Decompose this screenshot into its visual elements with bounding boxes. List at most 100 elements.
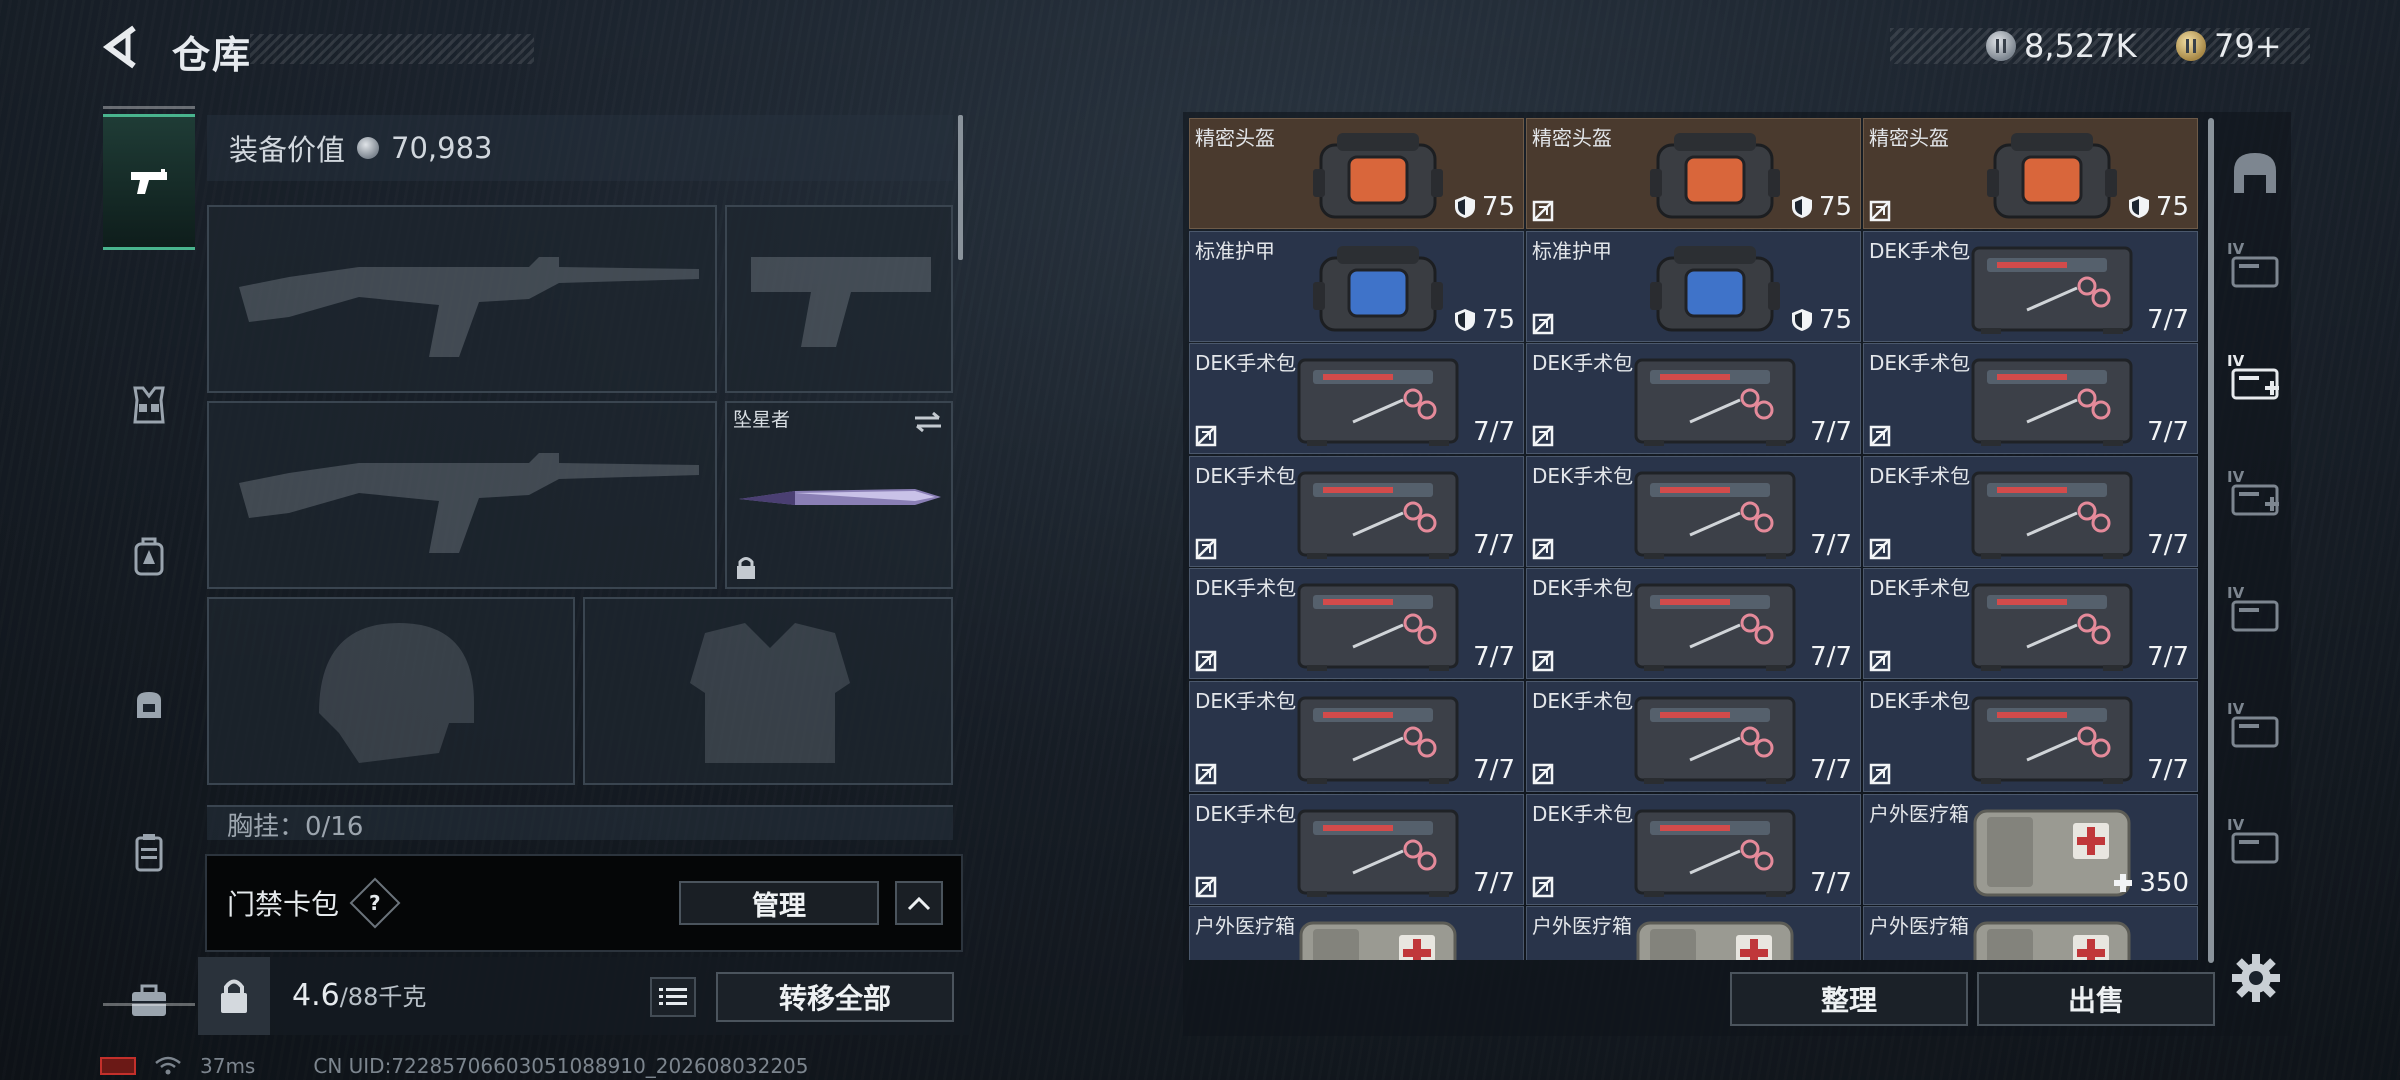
item-name: DEK手术包 xyxy=(1195,576,1297,601)
item-quantity: 75 xyxy=(2128,192,2189,222)
rail-helmet-slot[interactable] xyxy=(2220,144,2290,204)
item-quantity: 7/7 xyxy=(1473,755,1515,785)
help-icon[interactable]: ? xyxy=(349,877,401,929)
inventory-item[interactable]: 标准护甲 75 xyxy=(1189,230,1524,342)
inventory-item[interactable]: DEK手术包 7/7 xyxy=(1526,681,1861,792)
inventory-item[interactable]: DEK手术包 7/7 xyxy=(1189,455,1524,567)
rail-medkit-tier[interactable]: IV xyxy=(2220,348,2290,408)
collapse-button[interactable] xyxy=(895,881,943,925)
helmet-item-icon xyxy=(1312,125,1443,228)
inventory-item[interactable]: DEK手术包 7/7 xyxy=(1189,681,1524,792)
inventory-item[interactable]: 户外医疗箱 xyxy=(1863,906,2198,960)
inventory-item[interactable]: DEK手术包 7/7 xyxy=(1526,793,1861,905)
svg-text:IV: IV xyxy=(2227,468,2245,486)
inventory-item[interactable]: 精密头盔 75 xyxy=(1526,118,1861,229)
padlock-icon xyxy=(221,979,247,1013)
kit-item-icon xyxy=(1630,575,1800,678)
no-drop-icon xyxy=(1532,763,1554,785)
armor-item-icon xyxy=(1649,238,1780,341)
item-name: DEK手术包 xyxy=(1195,689,1297,713)
no-drop-icon xyxy=(1532,650,1554,672)
inventory-item[interactable]: DEK手术包 7/7 xyxy=(1526,568,1861,680)
item-name: DEK手术包 xyxy=(1532,801,1634,826)
container-tier-icon: IV xyxy=(2227,240,2279,288)
rail-medkit-tier[interactable]: IV xyxy=(2220,464,2290,524)
rail-folder-tier[interactable]: IV xyxy=(2220,696,2290,756)
inventory-item[interactable]: DEK手术包 7/7 xyxy=(1863,230,2198,342)
nav-item-case[interactable] xyxy=(103,822,195,882)
back-arrow-icon[interactable] xyxy=(100,22,150,72)
inventory-item[interactable]: 精密头盔 75 xyxy=(1863,118,2198,229)
lock-icon xyxy=(737,557,755,579)
armor-item-icon xyxy=(1312,238,1443,341)
equipment-scrollbar[interactable] xyxy=(958,115,963,260)
inventory-item[interactable]: DEK手术包 7/7 xyxy=(1189,343,1524,455)
inventory-item[interactable]: DEK手术包 7/7 xyxy=(1863,343,2198,455)
rail-container-tier[interactable]: IV xyxy=(2220,236,2290,296)
lock-toggle[interactable] xyxy=(198,957,270,1035)
nav-divider-bottom xyxy=(103,1003,195,1006)
nav-item-vest[interactable] xyxy=(103,374,195,434)
card-bag-label: 门禁卡包 xyxy=(227,888,340,921)
item-name: 户外医疗箱 xyxy=(1869,801,1969,826)
transfer-all-button[interactable]: 转移全部 xyxy=(716,972,954,1022)
inventory-item[interactable]: 精密头盔 75 xyxy=(1189,118,1524,229)
rail-tools-tier[interactable]: IV xyxy=(2220,812,2290,872)
inventory-item[interactable]: DEK手术包 7/7 xyxy=(1526,343,1861,455)
primary-weapon-slot[interactable] xyxy=(207,205,717,393)
manage-button[interactable]: 管理 xyxy=(679,881,879,925)
kit-item-icon xyxy=(1630,801,1800,904)
gold-coin-icon xyxy=(2176,31,2206,61)
melee-slot[interactable]: 坠星者 xyxy=(725,401,953,589)
inventory-item[interactable]: DEK手术包 7/7 xyxy=(1863,455,2198,567)
item-name: 户外医疗箱 xyxy=(1869,914,1969,939)
silver-coin-icon xyxy=(1986,31,2016,61)
inventory-item[interactable]: DEK手术包 7/7 xyxy=(1863,681,2198,792)
no-drop-icon xyxy=(1195,425,1217,447)
inventory-item[interactable]: 标准护甲 75 xyxy=(1526,230,1861,342)
item-quantity: 7/7 xyxy=(2147,642,2189,673)
item-quantity: 7/7 xyxy=(2147,304,2189,335)
kit-item-icon xyxy=(1967,688,2137,791)
list-view-button[interactable] xyxy=(650,977,696,1017)
shield-icon xyxy=(1454,308,1476,332)
sidearm-slot[interactable] xyxy=(725,205,953,393)
kit-item-icon xyxy=(1293,801,1463,904)
inventory-item[interactable]: DEK手术包 7/7 xyxy=(1189,568,1524,680)
no-drop-icon xyxy=(1195,650,1217,672)
item-quantity: 7/7 xyxy=(1473,642,1515,673)
sort-button[interactable]: 整理 xyxy=(1730,972,1968,1026)
plus-icon xyxy=(2113,873,2133,893)
inventory-grid: 精密头盔 75 精密头盔 75 精密头盔 75 标准护甲 75 标准护甲 75 … xyxy=(1189,118,2201,960)
nav-item-weapons[interactable] xyxy=(103,114,195,250)
armor-slot[interactable] xyxy=(583,597,953,785)
medbox-item-icon xyxy=(1967,913,2137,960)
inventory-item[interactable]: 户外医疗箱 xyxy=(1189,906,1524,960)
battery-icon xyxy=(100,1057,136,1075)
inventory-item[interactable]: 户外医疗箱 350 xyxy=(1863,793,2198,905)
sell-button[interactable]: 出售 xyxy=(1977,972,2215,1026)
helmet-slot[interactable] xyxy=(207,597,575,785)
item-name: DEK手术包 xyxy=(1195,463,1297,488)
item-quantity: 7/7 xyxy=(2147,417,2189,448)
nav-item-backpack[interactable] xyxy=(103,526,195,586)
nav-item-toolbox[interactable] xyxy=(103,970,195,1030)
inventory-item[interactable]: DEK手术包 7/7 xyxy=(1189,793,1524,905)
rifle-silhouette-icon xyxy=(239,453,699,553)
rail-ammo-box-tier[interactable]: IV xyxy=(2220,580,2290,640)
secondary-weapon-slot[interactable] xyxy=(207,401,717,589)
category-nav xyxy=(103,106,195,1016)
svg-text:IV: IV xyxy=(2227,700,2245,718)
item-quantity: 7/7 xyxy=(1810,755,1852,785)
kit-item-icon xyxy=(1293,350,1463,453)
item-name: 精密头盔 xyxy=(1195,126,1275,150)
inventory-item[interactable]: DEK手术包 7/7 xyxy=(1863,568,2198,680)
gear-icon[interactable] xyxy=(2228,950,2284,1006)
item-quantity: 7/7 xyxy=(2147,755,2189,785)
swap-icon[interactable] xyxy=(913,411,943,433)
shield-icon xyxy=(1791,308,1813,332)
inventory-item[interactable]: DEK手术包 7/7 xyxy=(1526,455,1861,567)
nav-item-small-pack[interactable] xyxy=(103,674,195,734)
item-quantity: 7/7 xyxy=(1473,529,1515,560)
inventory-item[interactable]: 户外医疗箱 xyxy=(1526,906,1861,960)
